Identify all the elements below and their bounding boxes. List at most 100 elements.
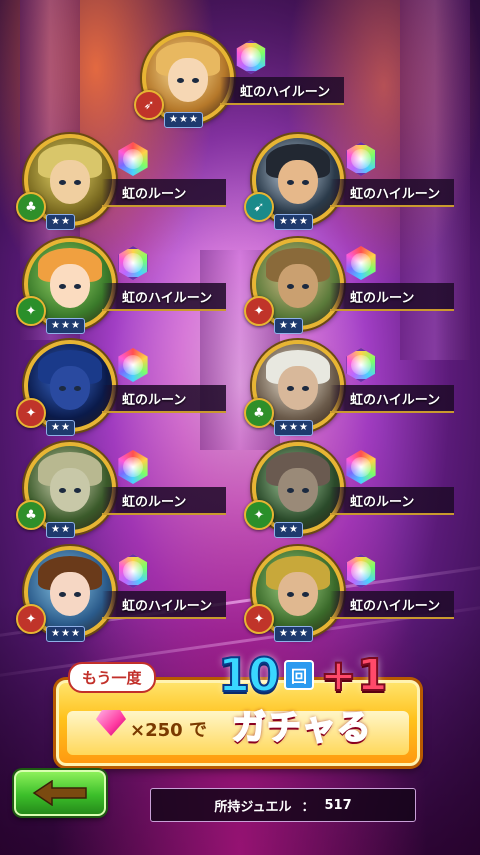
- sword-icon: ✦: [16, 296, 46, 326]
- back-arrow-icon: [32, 780, 87, 806]
- rune-shine: [351, 253, 371, 273]
- gacha-action-label: ガチャる: [231, 707, 372, 749]
- portrait-eye: [59, 284, 66, 289]
- result-card[interactable]: ✦ ★ ★ 虹のルーン: [244, 238, 454, 338]
- bow-icon: ➶: [134, 90, 164, 120]
- leaf-icon: ♣: [16, 192, 46, 222]
- star-icon: ★: [288, 422, 298, 433]
- star-icon: ★: [298, 216, 308, 227]
- portrait-eye: [287, 592, 294, 597]
- star-icon: ★: [169, 114, 178, 125]
- back-button[interactable]: [14, 770, 106, 816]
- rarity-stars: ★ ★: [274, 522, 303, 538]
- portrait-eye: [287, 488, 294, 493]
- portrait-face: [50, 160, 90, 204]
- portrait-face: [278, 468, 318, 512]
- jewel-balance-value: 517: [324, 797, 352, 813]
- sword-icon: ✦: [244, 500, 274, 530]
- portrait-face: [278, 366, 318, 410]
- rarity-stars: ★ ★ ★: [274, 626, 313, 642]
- star-icon: ★: [279, 422, 288, 433]
- rune-label: 虹のハイルーン: [330, 179, 454, 207]
- star-icon: ★: [288, 216, 298, 227]
- portrait-eye: [302, 284, 309, 289]
- result-card[interactable]: ✦ ★ ★ ★ 虹のハイルーン: [16, 546, 226, 646]
- sword-icon: ✦: [16, 398, 46, 428]
- star-icon: ★: [178, 114, 188, 125]
- portrait-eye: [74, 592, 81, 597]
- result-card[interactable]: ✦ ★ ★ ★ 虹のハイルーン: [16, 238, 226, 338]
- portrait-eye: [59, 488, 66, 493]
- rarity-stars: ★ ★ ★: [164, 112, 203, 128]
- result-card[interactable]: ♣ ★ ★ 虹のルーン: [16, 134, 226, 234]
- rainbow-rune-icon: [236, 40, 266, 74]
- star-icon: ★: [60, 320, 70, 331]
- star-icon: ★: [51, 422, 60, 433]
- rainbow-rune-icon: [346, 142, 376, 176]
- rainbow-rune-icon: [118, 554, 148, 588]
- star-icon: ★: [51, 524, 60, 535]
- result-card[interactable]: ✦ ★ ★ ★ 虹のハイルーン: [244, 546, 454, 646]
- result-card[interactable]: ➹ ★ ★ ★ 虹のハイルーン: [244, 134, 454, 234]
- star-icon: ★: [60, 216, 70, 227]
- result-card[interactable]: ✦ ★ ★ 虹のルーン: [244, 442, 454, 542]
- rainbow-rune-icon: [346, 246, 376, 280]
- rarity-stars: ★ ★ ★: [46, 626, 85, 642]
- rune-label: 虹のハイルーン: [102, 283, 226, 311]
- star-icon: ★: [51, 216, 60, 227]
- star-icon: ★: [188, 114, 198, 125]
- leaf-icon: ♣: [244, 398, 274, 428]
- rune-label: 虹のルーン: [102, 487, 226, 515]
- rune-shine: [351, 355, 371, 375]
- rune-label: 虹のルーン: [102, 385, 226, 413]
- portrait-face: [278, 572, 318, 616]
- result-card[interactable]: ✦ ★ ★ 虹のルーン: [16, 340, 226, 440]
- rainbow-rune-icon: [346, 554, 376, 588]
- again-label: もう一度: [68, 662, 156, 693]
- rune-shine: [123, 457, 143, 477]
- leaf-icon: ♣: [16, 500, 46, 530]
- portrait-eye: [59, 592, 66, 597]
- pull-count-main: 10: [217, 647, 281, 703]
- portrait-eye: [74, 488, 81, 493]
- rarity-stars: ★ ★ ★: [46, 318, 85, 334]
- rune-shine: [123, 149, 143, 169]
- rarity-stars: ★ ★: [274, 318, 303, 334]
- rune-label: 虹のハイルーン: [330, 385, 454, 413]
- star-icon: ★: [60, 422, 70, 433]
- portrait-face: [278, 160, 318, 204]
- rune-label: 虹のハイルーン: [102, 591, 226, 619]
- rune-label: 虹のハイルーン: [220, 77, 344, 105]
- portrait-eye: [302, 180, 309, 185]
- rainbow-rune-icon: [118, 142, 148, 176]
- rune-label: 虹のルーン: [330, 283, 454, 311]
- star-icon: ★: [279, 628, 288, 639]
- rune-shine: [351, 457, 371, 477]
- result-card[interactable]: ➶ ★ ★ ★ 虹のハイルーン: [134, 32, 344, 132]
- rainbow-rune-icon: [118, 246, 148, 280]
- star-icon: ★: [279, 216, 288, 227]
- rarity-stars: ★ ★ ★: [274, 420, 313, 436]
- star-icon: ★: [51, 628, 60, 639]
- rainbow-rune-icon: [118, 450, 148, 484]
- star-icon: ★: [60, 628, 70, 639]
- result-card[interactable]: ♣ ★ ★ 虹のルーン: [16, 442, 226, 542]
- price-suffix: で: [188, 720, 207, 741]
- pull-count: 10 回 +1: [217, 647, 389, 703]
- sword-icon: ✦: [244, 604, 274, 634]
- portrait-eye: [59, 180, 66, 185]
- gacha-again-banner[interactable]: もう一度 10 回 +1 ×250 で ガチャる: [56, 647, 420, 768]
- result-card[interactable]: ♣ ★ ★ ★ 虹のハイルーン: [244, 340, 454, 440]
- rune-label: 虹のルーン: [102, 179, 226, 207]
- arrow-icon: ➹: [244, 192, 274, 222]
- jewel-balance-separator: ：: [301, 799, 315, 815]
- portrait-eye: [192, 78, 199, 83]
- pull-count-unit: 回: [284, 660, 315, 690]
- star-icon: ★: [298, 628, 308, 639]
- portrait-eye: [74, 180, 81, 185]
- portrait-face: [50, 264, 90, 308]
- rune-shine: [123, 561, 143, 581]
- star-icon: ★: [288, 628, 298, 639]
- rune-shine: [351, 149, 371, 169]
- rainbow-rune-icon: [118, 348, 148, 382]
